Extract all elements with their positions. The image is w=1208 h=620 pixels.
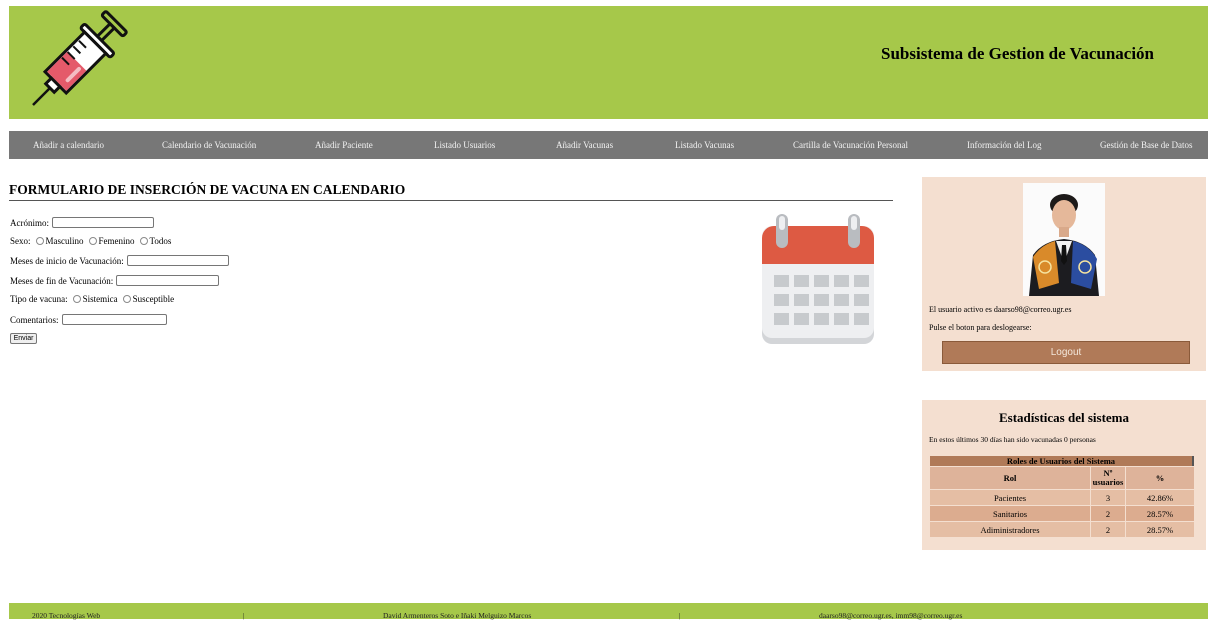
acronimo-row: Acrónimo: (10, 217, 154, 228)
cell-pct: 28.57% (1126, 506, 1194, 521)
nav-item-anadir-vacunas[interactable]: Añadir Vacunas (556, 131, 613, 159)
tipo-option-sistemica[interactable]: Sistemica (71, 294, 118, 304)
acronimo-label: Acrónimo: (10, 217, 49, 228)
nav-item-log[interactable]: Información del Log (967, 131, 1041, 159)
cell-pct: 42.86% (1126, 490, 1194, 505)
nav-item-listado-usuarios[interactable]: Listado Usuarios (434, 131, 495, 159)
radio-label-todos: Todos (149, 236, 172, 246)
radio-susceptible[interactable] (122, 295, 131, 303)
col-header-n-usuarios: Nº usuarios (1091, 467, 1125, 489)
enviar-button[interactable]: Enviar (10, 333, 37, 344)
radio-sistemica[interactable] (72, 295, 81, 303)
sexo-label: Sexo: (10, 236, 31, 246)
fin-row: Meses de fin de Vacunación: (10, 275, 220, 286)
comentarios-label: Comentarios: (10, 314, 59, 325)
avatar (1023, 183, 1105, 296)
logout-prompt: Pulse el boton para deslogearse: (929, 323, 1032, 332)
active-user-text: El usuario activo es daarso98@correo.ugr… (929, 305, 1072, 314)
table-row: Adiministradores 2 28.57% (930, 522, 1194, 537)
radio-femenino[interactable] (88, 237, 97, 245)
nav-item-listado-vacunas[interactable]: Listado Vacunas (675, 131, 734, 159)
site-header: Subsistema de Gestion de Vacunación (9, 6, 1208, 119)
inicio-input[interactable] (126, 255, 229, 266)
comentarios-row: Comentarios: (10, 314, 167, 325)
cell-rol: Adiministradores (930, 522, 1090, 537)
main-nav: Añadir a calendario Calendario de Vacuna… (9, 131, 1208, 159)
cell-n: 2 (1091, 522, 1125, 537)
table-row: Sanitarios 2 28.57% (930, 506, 1194, 521)
tipo-option-susceptible[interactable]: Susceptible (121, 294, 175, 304)
radio-label-sistemica: Sistemica (82, 294, 118, 304)
nav-item-calendario-vacunacion[interactable]: Calendario de Vacunación (162, 131, 256, 159)
user-panel: El usuario activo es daarso98@correo.ugr… (922, 177, 1206, 371)
comentarios-input[interactable] (61, 314, 167, 325)
nav-item-cartilla[interactable]: Cartilla de Vacunación Personal (793, 131, 908, 159)
inicio-label: Meses de inicio de Vacunación: (10, 255, 124, 266)
col-header-rol: Rol (930, 467, 1090, 489)
nav-item-base-datos[interactable]: Gestión de Base de Datos (1100, 131, 1192, 159)
radio-label-femenino: Femenino (98, 236, 135, 246)
radio-label-susceptible: Susceptible (132, 294, 175, 304)
stats-summary: En estos últimos 30 días han sido vacuna… (929, 435, 1096, 444)
roles-table: Roles de Usuarios del Sistema Rol Nº usu… (929, 455, 1195, 538)
logout-button[interactable]: Logout (942, 341, 1190, 364)
radio-todos[interactable] (139, 237, 148, 245)
fin-input[interactable] (116, 275, 220, 286)
sexo-row: Sexo: Masculino Femenino Todos (10, 236, 171, 246)
radio-masculino[interactable] (35, 237, 44, 245)
table-row: Pacientes 3 42.86% (930, 490, 1194, 505)
sexo-option-todos[interactable]: Todos (138, 236, 172, 246)
acronimo-input[interactable] (52, 217, 154, 228)
stats-title: Estadísticas del sistema (999, 410, 1129, 425)
nav-item-anadir-calendario[interactable]: Añadir a calendario (33, 131, 104, 159)
sexo-option-masculino[interactable]: Masculino (34, 236, 84, 246)
cell-n: 3 (1091, 490, 1125, 505)
syringe-icon (19, 10, 129, 118)
stats-panel: Estadísticas del sistema En estos último… (922, 400, 1206, 550)
cell-rol: Pacientes (930, 490, 1090, 505)
radio-label-masculino: Masculino (45, 236, 84, 246)
inicio-row: Meses de inicio de Vacunación: (10, 255, 229, 266)
tipo-row: Tipo de vacuna: Sistemica Susceptible (10, 294, 174, 304)
nav-item-anadir-paciente[interactable]: Añadir Paciente (315, 131, 373, 159)
col-header-pct: % (1126, 467, 1194, 489)
site-footer: 2020 Tecnologías Web | David Armenteros … (9, 603, 1208, 620)
sexo-option-femenino[interactable]: Femenino (87, 236, 135, 246)
fin-label: Meses de fin de Vacunación: (10, 275, 114, 286)
cell-pct: 28.57% (1126, 522, 1194, 537)
roles-table-caption: Roles de Usuarios del Sistema (930, 456, 1194, 466)
cell-n: 2 (1091, 506, 1125, 521)
site-title: Subsistema de Gestion de Vacunación (881, 44, 1154, 63)
form-title: FORMULARIO DE INSERCIÓN DE VACUNA EN CAL… (9, 182, 893, 201)
calendar-icon (760, 212, 876, 347)
tipo-label: Tipo de vacuna: (10, 294, 68, 304)
cell-rol: Sanitarios (930, 506, 1090, 521)
